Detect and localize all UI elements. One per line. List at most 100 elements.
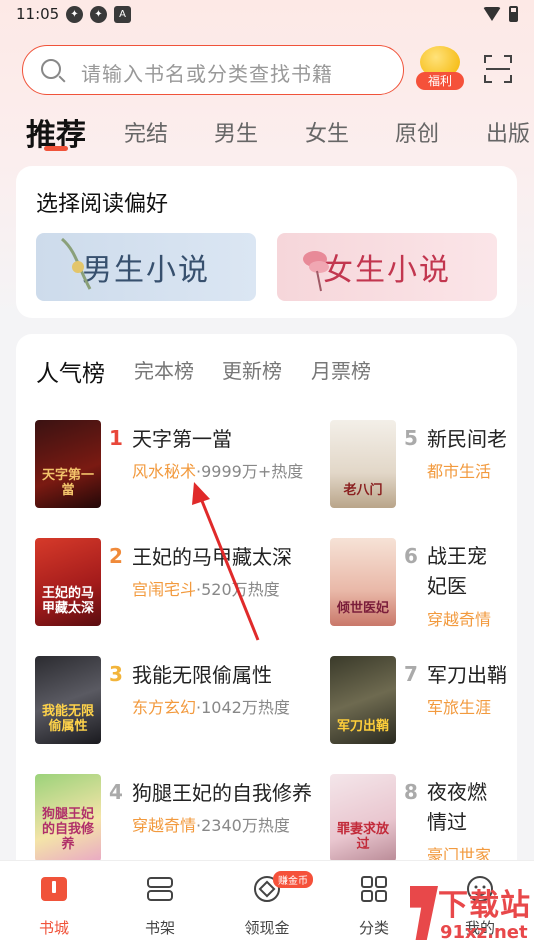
welfare-button[interactable]: 福利 [414, 46, 466, 92]
cover-title: 天字第一當 [41, 468, 94, 498]
scan-icon[interactable] [484, 55, 512, 83]
rank-number: 7 [404, 662, 418, 686]
watermark-url: 91xz.net [440, 922, 528, 943]
rank-number: 3 [109, 662, 123, 686]
category-grid-icon [361, 876, 387, 902]
book-category[interactable]: 穿越奇情 [427, 610, 491, 629]
cover-title: 倾世医妃 [336, 601, 389, 616]
category-tabs: 推荐 完结 男生 女生 原创 出版 [0, 106, 534, 154]
app-notification-icon: ✦ [90, 6, 107, 23]
book-category[interactable]: 风水秘术 [132, 462, 196, 481]
book-cover[interactable]: 倾世医妃 [330, 538, 396, 626]
book-cover[interactable]: 天字第一當 [35, 420, 101, 508]
nav-label: 领现金 [244, 919, 290, 937]
rank-number: 6 [404, 544, 418, 568]
book-meta: 宫闱宅斗·520万热度 [132, 576, 280, 600]
rank-number: 4 [109, 780, 123, 804]
watermark-logo-icon [410, 886, 438, 940]
welfare-label: 福利 [416, 72, 464, 90]
book-title: 军刀出鞘 [427, 663, 507, 687]
cover-title: 王妃的马甲藏太深 [41, 586, 94, 616]
tab-update-rank[interactable]: 更新榜 [222, 355, 282, 384]
book-item[interactable]: 军刀出鞘 7 军刀出鞘 军旅生涯 [330, 656, 517, 746]
book-item[interactable]: 王妃的马甲藏太深 2 王妃的马甲藏太深 宫闱宅斗·520万热度 [35, 538, 325, 628]
book-cover[interactable]: 罪妻求放过 [330, 774, 396, 862]
status-time: 11:05 [16, 5, 60, 23]
rank-number: 1 [109, 426, 123, 450]
book-heat: ·2340万热度 [196, 816, 290, 835]
book-item[interactable]: 狗腿王妃的自我修养 4 狗腿王妃的自我修养 穿越奇情·2340万热度 [35, 774, 325, 864]
tab-published[interactable]: 出版 [486, 116, 530, 148]
book-title: 新民间老 [427, 427, 507, 451]
book-title: 王妃的马甲藏太深 [132, 545, 292, 569]
tab-popularity-rank[interactable]: 人气榜 [36, 354, 105, 388]
site-watermark: 下载站 91xz.net [410, 880, 534, 950]
male-novel-button[interactable]: 男生小说 [36, 233, 256, 301]
book-cover[interactable]: 老八门 [330, 420, 396, 508]
book-cover[interactable]: 狗腿王妃的自我修养 [35, 774, 101, 862]
search-icon [41, 59, 61, 79]
book-heat: ·1042万热度 [196, 698, 290, 717]
book-item[interactable]: 倾世医妃 6 战王宠妃医 穿越奇情 [330, 538, 517, 630]
rank-number: 2 [109, 544, 123, 568]
status-bar: 11:05 ✦ ✦ A [0, 0, 534, 30]
book-item[interactable]: 罪妻求放过 8 夜夜燃情过 豪门世家 [330, 774, 517, 865]
book-title: 狗腿王妃的自我修养 [132, 781, 312, 805]
book-item[interactable]: 老八门 5 新民间老 都市生活 [330, 420, 517, 510]
bookshelf-icon [147, 877, 173, 901]
book-meta: 东方玄幻·1042万热度 [132, 694, 290, 718]
book-meta: 都市生活 [427, 458, 491, 482]
rank-number: 8 [404, 780, 418, 804]
book-item[interactable]: 我能无限偷属性 3 我能无限偷属性 东方玄幻·1042万热度 [35, 656, 325, 746]
book-category[interactable]: 宫闱宅斗 [132, 580, 196, 599]
font-notification-icon: A [114, 6, 131, 23]
book-meta: 穿越奇情 [427, 606, 491, 630]
wifi-icon [483, 7, 501, 21]
app-notification-icon: ✦ [66, 6, 83, 23]
book-cover[interactable]: 王妃的马甲藏太深 [35, 538, 101, 626]
book-title: 我能无限偷属性 [132, 663, 272, 687]
cover-title: 老八门 [343, 483, 383, 498]
tab-completed[interactable]: 完结 [124, 116, 168, 148]
nav-label: 书架 [144, 919, 175, 937]
male-novel-label: 男生小说 [82, 253, 210, 288]
battery-icon [509, 6, 518, 22]
book-heat: ·520万热度 [196, 580, 280, 599]
tab-monthly-ticket-rank[interactable]: 月票榜 [311, 355, 371, 384]
nav-label: 分类 [358, 919, 389, 937]
book-meta: 风水秘术·9999万+热度 [132, 458, 303, 482]
nav-label: 书城 [38, 919, 69, 937]
watermark-title: 下载站 [438, 888, 531, 923]
female-novel-label: 女生小说 [323, 253, 451, 288]
active-tab-indicator [44, 146, 68, 151]
book-title: 天字第一當 [132, 427, 232, 451]
search-placeholder: 请输入书名或分类查找书籍 [81, 62, 333, 86]
book-title: 夜夜燃情过 [427, 780, 487, 834]
book-store-icon [41, 877, 67, 901]
search-input[interactable]: 请输入书名或分类查找书籍 [22, 45, 404, 95]
book-cover[interactable]: 军刀出鞘 [330, 656, 396, 744]
status-system-icons [483, 6, 518, 22]
tab-male[interactable]: 男生 [214, 116, 258, 148]
preference-title: 选择阅读偏好 [36, 192, 169, 217]
nav-book-store[interactable]: 书城 [14, 875, 94, 938]
cover-title: 罪妻求放过 [336, 822, 389, 852]
nav-category[interactable]: 分类 [334, 875, 414, 938]
tab-female[interactable]: 女生 [305, 116, 349, 148]
book-title: 战王宠妃医 [427, 544, 487, 598]
rank-number: 5 [404, 426, 418, 450]
book-category[interactable]: 军旅生涯 [427, 698, 491, 717]
cover-title: 军刀出鞘 [336, 719, 389, 734]
tab-original[interactable]: 原创 [395, 116, 439, 148]
book-category[interactable]: 都市生活 [427, 462, 491, 481]
nav-bookshelf[interactable]: 书架 [120, 875, 200, 938]
tab-completed-rank[interactable]: 完本榜 [134, 355, 194, 384]
nav-earn-cash[interactable]: 赚金币 领现金 [227, 871, 313, 938]
book-category[interactable]: 穿越奇情 [132, 816, 196, 835]
book-cover[interactable]: 我能无限偷属性 [35, 656, 101, 744]
earn-coins-badge: 赚金币 [273, 871, 313, 888]
book-category[interactable]: 东方玄幻 [132, 698, 196, 717]
book-item[interactable]: 天字第一當 1 天字第一當 风水秘术·9999万+热度 [35, 420, 325, 510]
female-novel-button[interactable]: 女生小说 [277, 233, 497, 301]
jade-pendant-icon [60, 237, 92, 290]
